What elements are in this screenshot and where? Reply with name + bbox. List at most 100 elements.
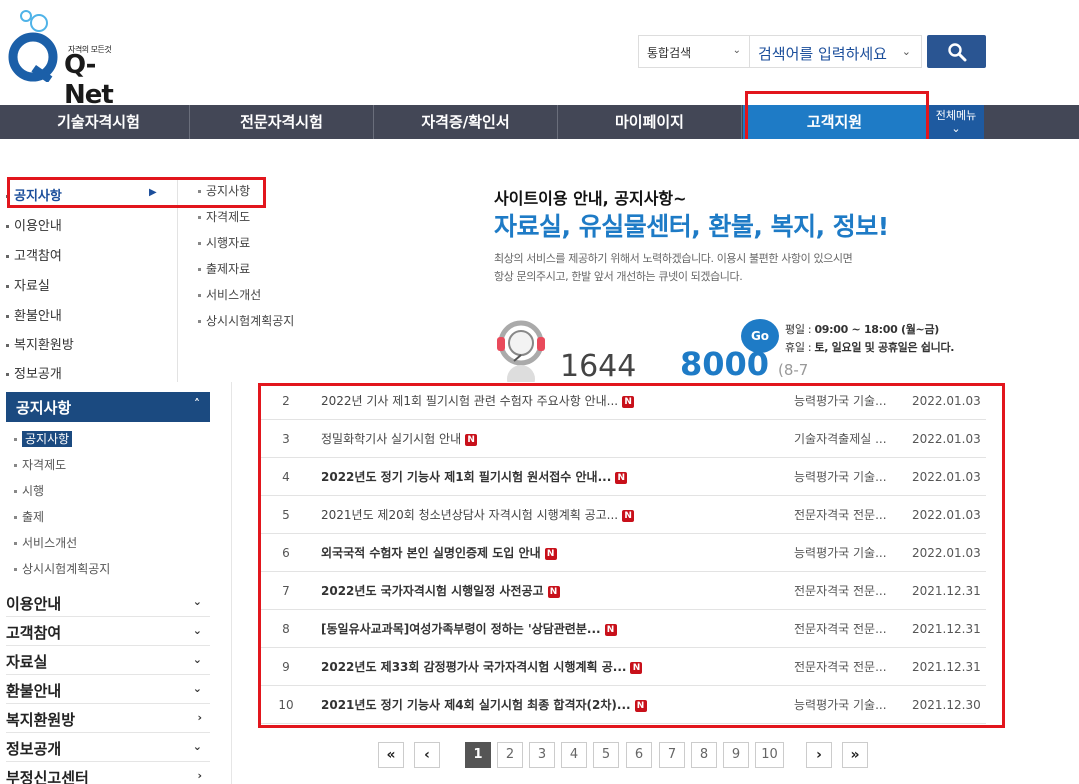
go-button[interactable]: Go <box>741 319 779 353</box>
mega-sub-notice[interactable]: 공지사항 <box>198 182 250 199</box>
sidebar-sub-label: 시행 <box>22 484 45 498</box>
sidebar-group-label: 복지환원방 <box>6 711 76 729</box>
sidebar-sub-question[interactable]: 출제 <box>14 508 44 525</box>
sidebar-sub-label: 상시시험계획공지 <box>22 562 111 576</box>
bullet-icon <box>198 320 201 323</box>
sidebar-sub-regular-plan[interactable]: 상시시험계획공지 <box>14 560 110 577</box>
row-org: 능력평가국 기술... <box>794 470 887 484</box>
mega-item-welfare[interactable]: 복지환원방 <box>6 334 74 353</box>
gnb-customer-support[interactable]: 고객지원 <box>743 105 926 148</box>
row-title[interactable]: 2022년도 정기 기능사 제1회 필기시험 원서접수 안내... N <box>321 458 791 496</box>
next-page-button[interactable]: › <box>806 742 832 768</box>
prev-page-button[interactable]: ‹ <box>414 742 440 768</box>
sidebar-sub-improvement[interactable]: 서비스개선 <box>14 534 77 551</box>
search-input[interactable]: 검색어를 입력하세요 ⌄ <box>750 35 922 68</box>
sidebar-sub-system[interactable]: 자격제도 <box>14 456 66 473</box>
pagination: « ‹ 1 2 3 4 5 6 7 8 9 10 › » <box>0 742 1079 768</box>
row-number: 9 <box>282 660 290 674</box>
table-row[interactable]: 8 [동일유사교과목]여성가족부령이 정하는 '상담관련분... N 전문자격국 … <box>260 610 986 648</box>
sidebar-header-notice[interactable]: 공지사항 ˄ <box>6 392 210 422</box>
sidebar-group-label: 이용안내 <box>6 595 62 613</box>
bullet-icon <box>6 373 9 376</box>
gnb-mypage[interactable]: 마이페이지 <box>558 105 742 139</box>
row-title[interactable]: 2021년도 정기 기능사 제4회 실기시험 최종 합격자(2차)... N <box>321 686 791 724</box>
holiday-label: 휴일 : <box>785 341 812 354</box>
sidebar-group-guide[interactable]: 이용안내 ⌄ <box>6 588 210 617</box>
mega-sub-improvement[interactable]: 서비스개선 <box>198 286 261 303</box>
row-title[interactable]: 2022년도 국가자격시험 시행일정 사전공고 N <box>321 572 791 610</box>
mega-sub-question-data[interactable]: 출제자료 <box>198 260 250 277</box>
page-4-button[interactable]: 4 <box>561 742 587 768</box>
sidebar-sub-notice[interactable]: 공지사항 <box>14 430 73 447</box>
row-number: 3 <box>282 432 290 446</box>
new-badge: N <box>622 395 635 408</box>
bullet-icon <box>198 242 201 245</box>
row-title[interactable]: [동일유사교과목]여성가족부령이 정하는 '상담관련분... N <box>321 610 791 648</box>
mega-item-guide[interactable]: 이용안내 <box>6 215 62 234</box>
row-date: 2022.01.03 <box>912 508 981 522</box>
mega-item-label: 정보공개 <box>14 367 62 382</box>
row-title[interactable]: 외국국적 수험자 본인 실명인증제 도입 안내 N <box>321 534 791 572</box>
row-title[interactable]: 2022년도 제33회 감정평가사 국가자격시험 시행계획 공... N <box>321 648 791 686</box>
page-3-button[interactable]: 3 <box>529 742 555 768</box>
mega-item-label: 복지환원방 <box>14 338 74 353</box>
row-number: 5 <box>282 508 290 522</box>
sidebar-sub-exam[interactable]: 시행 <box>14 482 44 499</box>
mega-sub-system[interactable]: 자격제도 <box>198 208 250 225</box>
chevron-up-icon: ˄ <box>194 397 200 411</box>
row-title[interactable]: 정밀화학기사 실기시험 안내 N <box>321 420 791 458</box>
page-1-button[interactable]: 1 <box>465 742 491 768</box>
last-page-button[interactable]: » <box>842 742 868 768</box>
page-5-button[interactable]: 5 <box>593 742 619 768</box>
page-10-button[interactable]: 10 <box>755 742 784 768</box>
table-row[interactable]: 5 2021년도 제20회 청소년상담사 자격시험 시행계획 공고... N 전문… <box>260 496 986 534</box>
chevron-right-icon: › <box>197 711 202 724</box>
page-7-button[interactable]: 7 <box>659 742 685 768</box>
row-title[interactable]: 2022년 기사 제1회 필기시험 관련 수험자 주요사항 안내... N <box>321 382 791 420</box>
sidebar-group-welfare[interactable]: 복지환원방 › <box>6 704 210 733</box>
sidebar-group-archive[interactable]: 자료실 ⌄ <box>6 646 210 675</box>
table-row[interactable]: 9 2022년도 제33회 감정평가사 국가자격시험 시행계획 공... N 전문… <box>260 648 986 686</box>
search-button[interactable] <box>927 35 986 68</box>
sidebar-group-label: 부정신고센터 <box>6 769 89 784</box>
bullet-icon <box>14 464 17 467</box>
page-2-button[interactable]: 2 <box>497 742 523 768</box>
mega-item-archive[interactable]: 자료실 <box>6 275 50 294</box>
table-row[interactable]: 4 2022년도 정기 기능사 제1회 필기시험 원서접수 안내... N 능력평… <box>260 458 986 496</box>
search-scope-select[interactable]: 통합검색 ⌄ <box>638 35 750 68</box>
qnet-logo[interactable]: 자격의 모든것 Q-Net <box>6 10 116 110</box>
gnb-tech-exam[interactable]: 기술자격시험 <box>8 105 190 139</box>
chevron-right-icon: › <box>197 769 202 782</box>
first-page-button[interactable]: « <box>378 742 404 768</box>
global-nav: 기술자격시험 전문자격시험 자격증/확인서 마이페이지 고객지원 전체메뉴 ⌄ <box>0 105 1079 148</box>
page-6-button[interactable]: 6 <box>626 742 652 768</box>
table-row[interactable]: 2 2022년 기사 제1회 필기시험 관련 수험자 주요사항 안내... N 능… <box>260 382 986 420</box>
bullet-icon <box>6 315 9 318</box>
row-date: 2021.12.31 <box>912 584 981 598</box>
table-row[interactable]: 3 정밀화학기사 실기시험 안내 N 기술자격출제실 ... 2022.01.03 <box>260 420 986 458</box>
table-row[interactable]: 6 외국국적 수험자 본인 실명인증제 도입 안내 N 능력평가국 기술... 2… <box>260 534 986 572</box>
mega-item-participation[interactable]: 고객참여 <box>6 245 62 264</box>
gnb-pro-exam[interactable]: 전문자격시험 <box>190 105 374 139</box>
row-title[interactable]: 2021년도 제20회 청소년상담사 자격시험 시행계획 공고... N <box>321 496 791 534</box>
new-badge: N <box>547 585 560 598</box>
row-title-text: 2021년도 정기 기능사 제4회 실기시험 최종 합격자(2차)... <box>321 698 631 712</box>
mega-sub-regular-plan[interactable]: 상시시험계획공지 <box>198 312 294 329</box>
mega-item-disclosure[interactable]: 정보공개 <box>6 363 62 382</box>
row-org: 전문자격국 전문... <box>794 622 887 636</box>
sidebar-group-participation[interactable]: 고객참여 ⌄ <box>6 617 210 646</box>
sidebar-sub-label: 서비스개선 <box>22 536 78 550</box>
table-row[interactable]: 10 2021년도 정기 기능사 제4회 실기시험 최종 합격자(2차)... N… <box>260 686 986 724</box>
gnb-certificate[interactable]: 자격증/확인서 <box>374 105 558 139</box>
sidebar-group-label: 환불안내 <box>6 682 62 700</box>
mega-item-notice[interactable]: 공지사항 ▶ <box>6 185 157 204</box>
mega-item-refund[interactable]: 환불안내 <box>6 305 62 324</box>
sidebar-sub-label: 자격제도 <box>22 458 67 472</box>
left-sidebar: 공지사항 ˄ 공지사항 자격제도 시행 출제 서비스개선 상시시험계획공지 이용… <box>0 382 232 784</box>
mega-sub-exam-data[interactable]: 시행자료 <box>198 234 250 251</box>
page-8-button[interactable]: 8 <box>691 742 717 768</box>
sidebar-group-refund[interactable]: 환불안내 ⌄ <box>6 675 210 704</box>
page-9-button[interactable]: 9 <box>723 742 749 768</box>
table-row[interactable]: 7 2022년도 국가자격시험 시행일정 사전공고 N 전문자격국 전문... 2… <box>260 572 986 610</box>
all-menu-button[interactable]: 전체메뉴 ⌄ <box>928 105 984 139</box>
